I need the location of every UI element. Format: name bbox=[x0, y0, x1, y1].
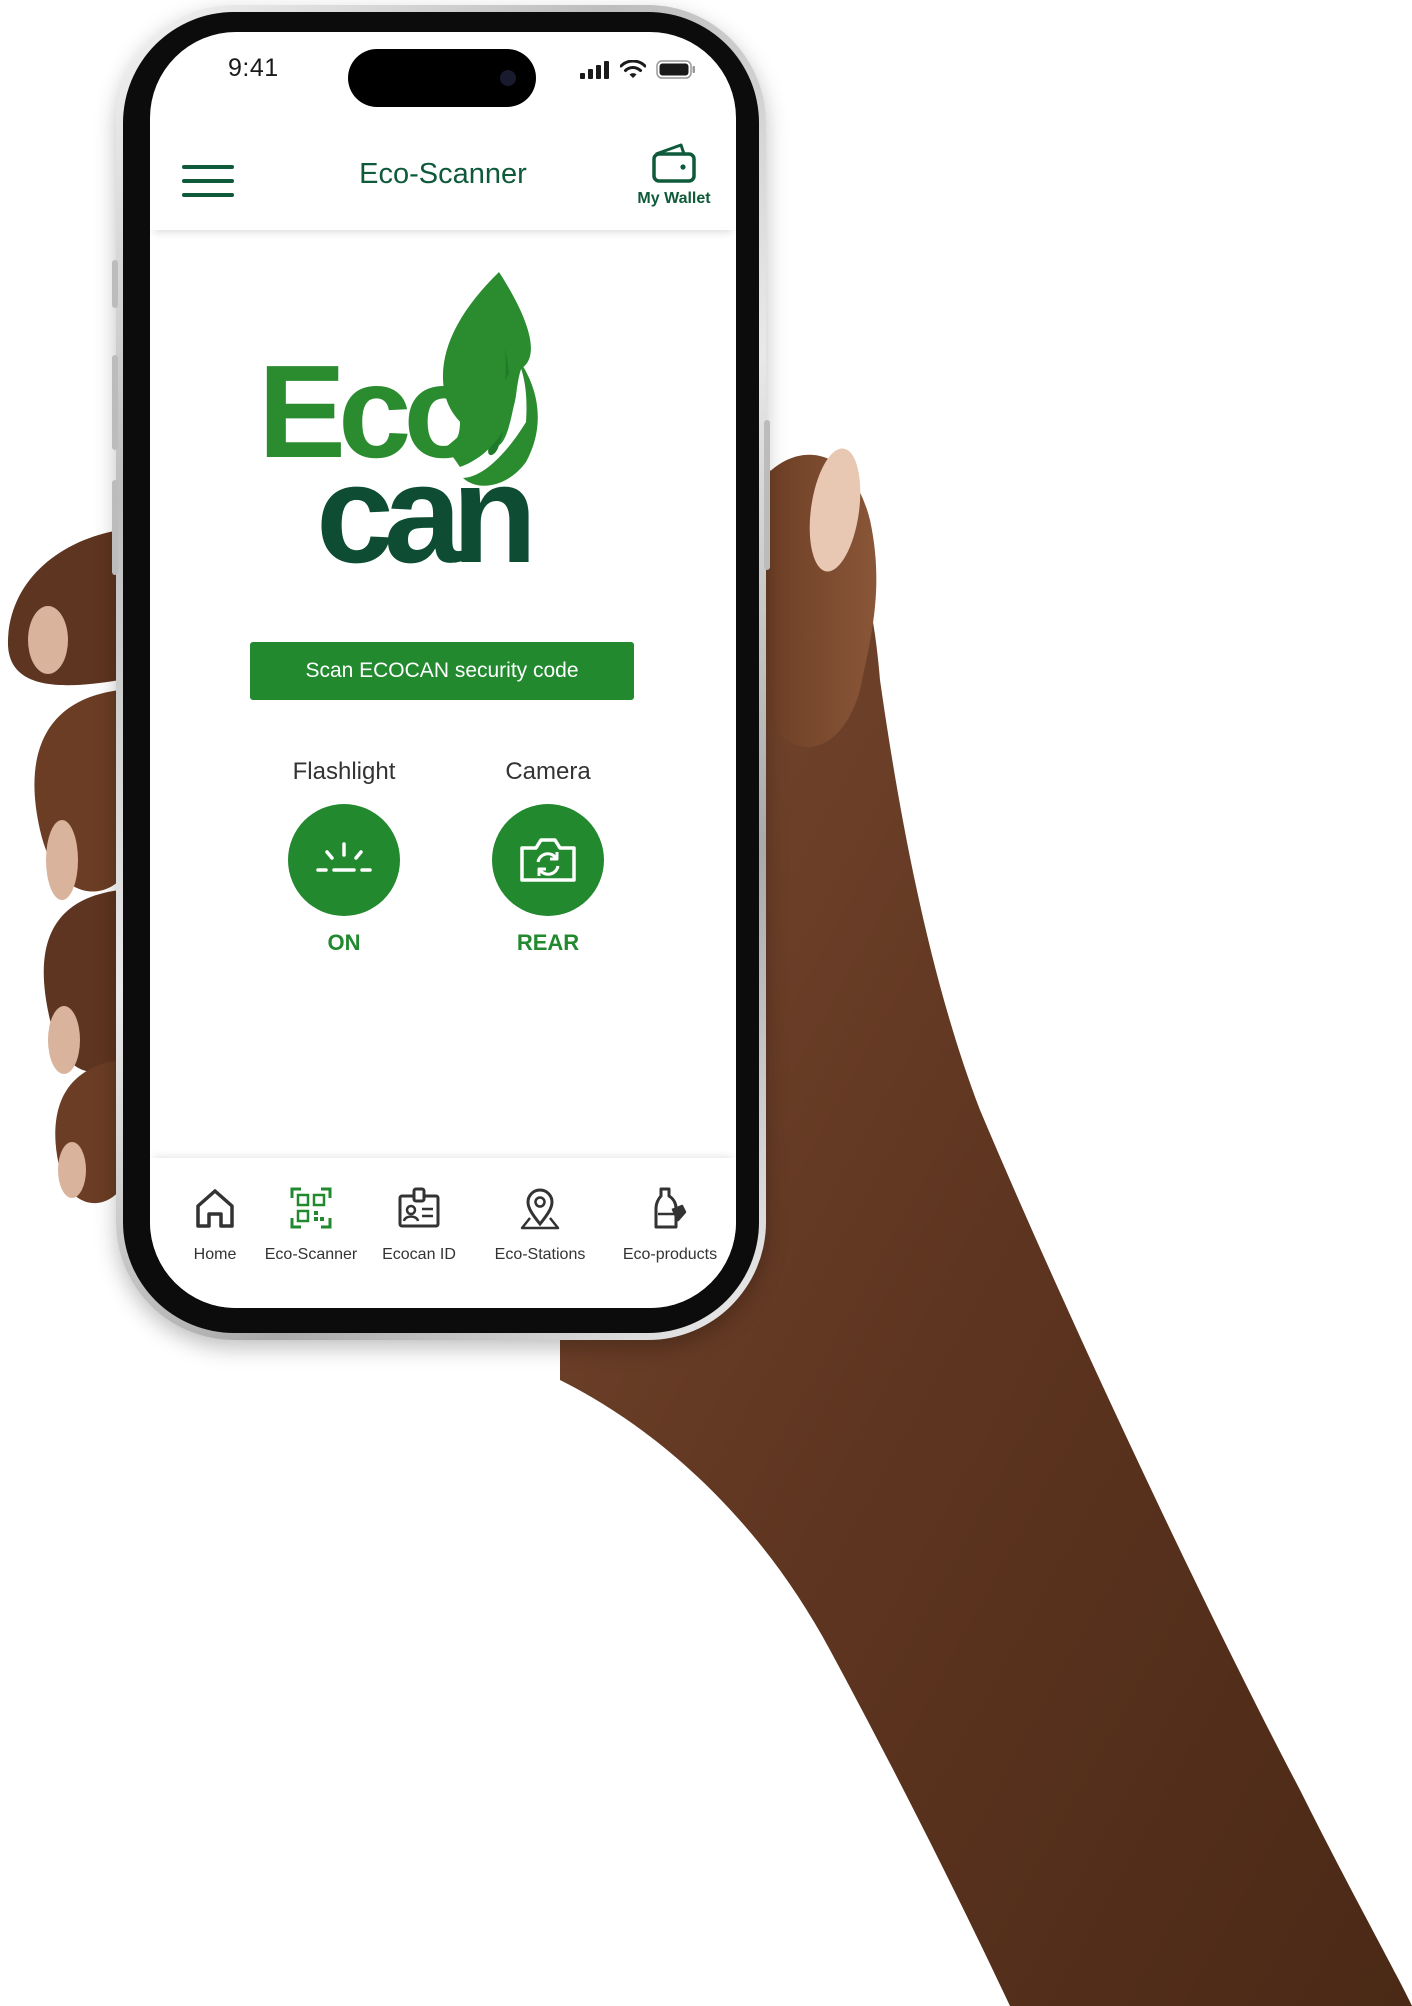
my-wallet-button[interactable]: My Wallet bbox=[634, 142, 714, 208]
volume-down-button bbox=[112, 480, 118, 575]
camera-label: Camera bbox=[505, 758, 591, 785]
nav-label-ecocan-id: Ecocan ID bbox=[382, 1246, 456, 1263]
bottle-icon bbox=[654, 1187, 687, 1229]
signal-icon bbox=[580, 61, 609, 79]
my-wallet-label: My Wallet bbox=[637, 190, 711, 207]
camera-status: REAR bbox=[516, 930, 580, 955]
nav-label-eco-scanner: Eco-Scanner bbox=[264, 1246, 358, 1263]
ecocan-logo: Eco can bbox=[258, 272, 539, 572]
map-pin-icon bbox=[520, 1188, 560, 1230]
flashlight-control: Flashlight ON bbox=[244, 758, 444, 956]
nav-label-eco-products: Eco-products bbox=[622, 1246, 718, 1263]
app-screen: 9:41 Eco-Scanner My Wallet Eco can Scan … bbox=[150, 32, 736, 1308]
scan-security-code-button[interactable]: Scan ECOCAN security code bbox=[250, 642, 634, 700]
wifi-icon bbox=[620, 60, 646, 78]
front-camera-icon bbox=[500, 70, 516, 86]
nav-item-eco-scanner[interactable]: Eco-Scanner bbox=[256, 1186, 366, 1264]
bottom-navigation: Home Eco-Scanner Ecocan ID Eco-Stations … bbox=[150, 1158, 736, 1308]
action-button bbox=[112, 260, 118, 308]
flashlight-status: ON bbox=[327, 930, 361, 955]
camera-switch-button[interactable] bbox=[492, 804, 604, 916]
nav-item-home[interactable]: Home bbox=[160, 1186, 270, 1264]
nav-label-home: Home bbox=[193, 1246, 237, 1263]
camera-switch-icon bbox=[520, 838, 576, 882]
app-header: Eco-Scanner My Wallet bbox=[150, 120, 736, 230]
nav-label-eco-stations: Eco-Stations bbox=[494, 1246, 586, 1263]
camera-control: Camera REAR bbox=[448, 758, 648, 956]
power-button bbox=[764, 420, 770, 570]
status-time: 9:41 bbox=[228, 54, 279, 82]
nav-item-eco-products[interactable]: Eco-products bbox=[615, 1186, 725, 1264]
logo-text-can: can bbox=[316, 435, 529, 572]
nav-item-eco-stations[interactable]: Eco-Stations bbox=[485, 1186, 595, 1264]
flashlight-icon bbox=[316, 842, 372, 872]
home-icon bbox=[196, 1189, 234, 1228]
dynamic-island bbox=[348, 49, 536, 107]
flashlight-toggle-button[interactable] bbox=[288, 804, 400, 916]
qr-scanner-icon bbox=[290, 1187, 332, 1229]
id-badge-icon bbox=[398, 1187, 440, 1228]
flashlight-label: Flashlight bbox=[292, 758, 396, 785]
status-icons bbox=[580, 60, 696, 79]
battery-icon bbox=[656, 60, 695, 79]
nav-item-ecocan-id[interactable]: Ecocan ID bbox=[364, 1186, 474, 1264]
volume-up-button bbox=[112, 355, 118, 450]
wallet-icon bbox=[652, 143, 696, 183]
